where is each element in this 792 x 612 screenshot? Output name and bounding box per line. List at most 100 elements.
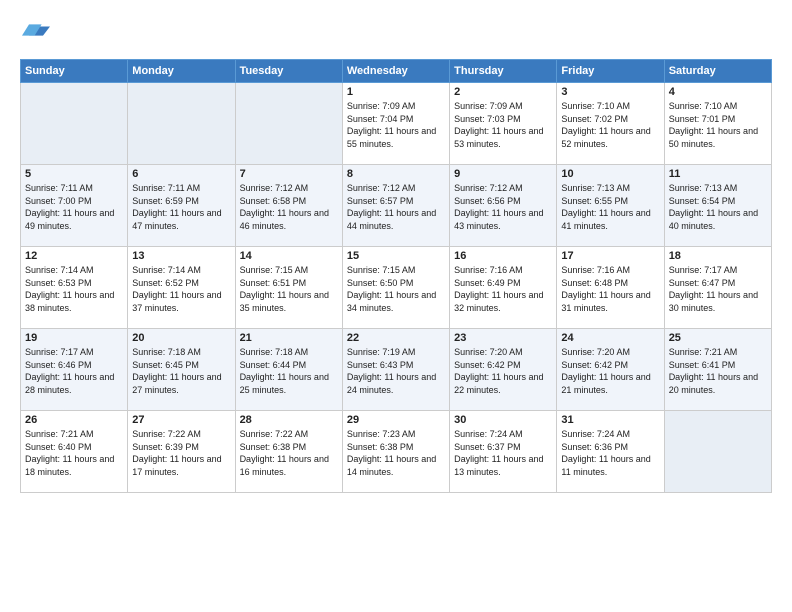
day-number: 23 [454,332,552,344]
cell-info: Sunrise: 7:17 AM Sunset: 6:46 PM Dayligh… [25,346,123,396]
calendar-cell: 15 Sunrise: 7:15 AM Sunset: 6:50 PM Dayli… [342,247,449,329]
calendar-cell: 12 Sunrise: 7:14 AM Sunset: 6:53 PM Dayli… [21,247,128,329]
cell-info: Sunrise: 7:22 AM Sunset: 6:38 PM Dayligh… [240,428,338,478]
calendar-cell: 26Sunrise: 7:21 AM Sunset: 6:40 PM Dayli… [21,411,128,493]
day-number: 14 [240,250,338,262]
day-number: 24 [561,332,659,344]
calendar-cell: 7 Sunrise: 7:12 AM Sunset: 6:58 PM Daylig… [235,165,342,247]
header-day-sunday: Sunday [21,60,128,83]
cell-info: Sunrise: 7:19 AM Sunset: 6:43 PM Dayligh… [347,346,445,396]
calendar-cell [128,83,235,165]
day-number: 30 [454,414,552,426]
calendar-cell: 30 Sunrise: 7:24 AM Sunset: 6:37 PM Dayli… [450,411,557,493]
day-number: 17 [561,250,659,262]
header-day-thursday: Thursday [450,60,557,83]
cell-info: Sunrise: 7:20 AM Sunset: 6:42 PM Dayligh… [561,346,659,396]
calendar-cell: 5 Sunrise: 7:11 AM Sunset: 7:00 PM Daylig… [21,165,128,247]
calendar-cell: 29 Sunrise: 7:23 AM Sunset: 6:38 PM Dayli… [342,411,449,493]
calendar-cell: 3Sunrise: 7:10 AM Sunset: 7:02 PM Daylig… [557,83,664,165]
calendar-week-row: 1Sunrise: 7:09 AM Sunset: 7:04 PM Daylig… [21,83,772,165]
day-number: 21 [240,332,338,344]
cell-info: Sunrise: 7:21 AM Sunset: 6:41 PM Dayligh… [669,346,767,396]
day-number: 27 [132,414,230,426]
calendar-cell: 21 Sunrise: 7:18 AM Sunset: 6:44 PM Dayli… [235,329,342,411]
cell-info: Sunrise: 7:09 AM Sunset: 7:04 PM Dayligh… [347,100,445,150]
calendar-cell: 1Sunrise: 7:09 AM Sunset: 7:04 PM Daylig… [342,83,449,165]
day-number: 7 [240,168,338,180]
cell-info: Sunrise: 7:15 AM Sunset: 6:50 PM Dayligh… [347,264,445,314]
cell-info: Sunrise: 7:13 AM Sunset: 6:54 PM Dayligh… [669,182,767,232]
day-number: 11 [669,168,767,180]
day-number: 5 [25,168,123,180]
calendar-cell: 23 Sunrise: 7:20 AM Sunset: 6:42 PM Dayli… [450,329,557,411]
cell-info: Sunrise: 7:18 AM Sunset: 6:45 PM Dayligh… [132,346,230,396]
cell-info: Sunrise: 7:22 AM Sunset: 6:39 PM Dayligh… [132,428,230,478]
calendar-cell: 13 Sunrise: 7:14 AM Sunset: 6:52 PM Dayli… [128,247,235,329]
cell-info: Sunrise: 7:09 AM Sunset: 7:03 PM Dayligh… [454,100,552,150]
header-day-tuesday: Tuesday [235,60,342,83]
header-day-monday: Monday [128,60,235,83]
day-number: 4 [669,86,767,98]
cell-info: Sunrise: 7:11 AM Sunset: 6:59 PM Dayligh… [132,182,230,232]
calendar-cell: 17 Sunrise: 7:16 AM Sunset: 6:48 PM Dayli… [557,247,664,329]
calendar-header-row: SundayMondayTuesdayWednesdayThursdayFrid… [21,60,772,83]
calendar-cell [664,411,771,493]
day-number: 13 [132,250,230,262]
calendar-week-row: 12 Sunrise: 7:14 AM Sunset: 6:53 PM Dayli… [21,247,772,329]
day-number: 18 [669,250,767,262]
calendar-cell: 28 Sunrise: 7:22 AM Sunset: 6:38 PM Dayli… [235,411,342,493]
cell-info: Sunrise: 7:18 AM Sunset: 6:44 PM Dayligh… [240,346,338,396]
cell-info: Sunrise: 7:12 AM Sunset: 6:56 PM Dayligh… [454,182,552,232]
day-number: 31 [561,414,659,426]
header-day-wednesday: Wednesday [342,60,449,83]
calendar-cell: 9 Sunrise: 7:12 AM Sunset: 6:56 PM Daylig… [450,165,557,247]
day-number: 9 [454,168,552,180]
cell-info: Sunrise: 7:11 AM Sunset: 7:00 PM Dayligh… [25,182,123,232]
day-number: 8 [347,168,445,180]
logo [20,16,50,49]
day-number: 16 [454,250,552,262]
header [20,16,772,49]
calendar-cell: 22 Sunrise: 7:19 AM Sunset: 6:43 PM Dayli… [342,329,449,411]
calendar-cell: 14 Sunrise: 7:15 AM Sunset: 6:51 PM Dayli… [235,247,342,329]
calendar-cell: 16Sunrise: 7:16 AM Sunset: 6:49 PM Dayli… [450,247,557,329]
cell-info: Sunrise: 7:24 AM Sunset: 6:37 PM Dayligh… [454,428,552,478]
day-number: 22 [347,332,445,344]
calendar-cell: 2 Sunrise: 7:09 AM Sunset: 7:03 PM Daylig… [450,83,557,165]
cell-info: Sunrise: 7:12 AM Sunset: 6:58 PM Dayligh… [240,182,338,232]
header-day-friday: Friday [557,60,664,83]
cell-info: Sunrise: 7:16 AM Sunset: 6:48 PM Dayligh… [561,264,659,314]
day-number: 28 [240,414,338,426]
calendar-week-row: 26Sunrise: 7:21 AM Sunset: 6:40 PM Dayli… [21,411,772,493]
cell-info: Sunrise: 7:14 AM Sunset: 6:53 PM Dayligh… [25,264,123,314]
calendar-cell: 25 Sunrise: 7:21 AM Sunset: 6:41 PM Dayli… [664,329,771,411]
day-number: 12 [25,250,123,262]
day-number: 20 [132,332,230,344]
calendar-table: SundayMondayTuesdayWednesdayThursdayFrid… [20,59,772,493]
header-day-saturday: Saturday [664,60,771,83]
calendar-cell: 8 Sunrise: 7:12 AM Sunset: 6:57 PM Daylig… [342,165,449,247]
calendar-cell: 19 Sunrise: 7:17 AM Sunset: 6:46 PM Dayli… [21,329,128,411]
cell-info: Sunrise: 7:23 AM Sunset: 6:38 PM Dayligh… [347,428,445,478]
calendar-cell [21,83,128,165]
day-number: 3 [561,86,659,98]
calendar-cell: 31 Sunrise: 7:24 AM Sunset: 6:36 PM Dayli… [557,411,664,493]
day-number: 25 [669,332,767,344]
cell-info: Sunrise: 7:15 AM Sunset: 6:51 PM Dayligh… [240,264,338,314]
day-number: 15 [347,250,445,262]
calendar-cell: 6 Sunrise: 7:11 AM Sunset: 6:59 PM Daylig… [128,165,235,247]
cell-info: Sunrise: 7:24 AM Sunset: 6:36 PM Dayligh… [561,428,659,478]
cell-info: Sunrise: 7:21 AM Sunset: 6:40 PM Dayligh… [25,428,123,478]
day-number: 6 [132,168,230,180]
day-number: 29 [347,414,445,426]
cell-info: Sunrise: 7:17 AM Sunset: 6:47 PM Dayligh… [669,264,767,314]
cell-info: Sunrise: 7:14 AM Sunset: 6:52 PM Dayligh… [132,264,230,314]
day-number: 19 [25,332,123,344]
calendar-week-row: 19 Sunrise: 7:17 AM Sunset: 6:46 PM Dayli… [21,329,772,411]
day-number: 2 [454,86,552,98]
cell-info: Sunrise: 7:12 AM Sunset: 6:57 PM Dayligh… [347,182,445,232]
calendar-cell: 20 Sunrise: 7:18 AM Sunset: 6:45 PM Dayli… [128,329,235,411]
cell-info: Sunrise: 7:20 AM Sunset: 6:42 PM Dayligh… [454,346,552,396]
calendar-cell: 10Sunrise: 7:13 AM Sunset: 6:55 PM Dayli… [557,165,664,247]
cell-info: Sunrise: 7:13 AM Sunset: 6:55 PM Dayligh… [561,182,659,232]
